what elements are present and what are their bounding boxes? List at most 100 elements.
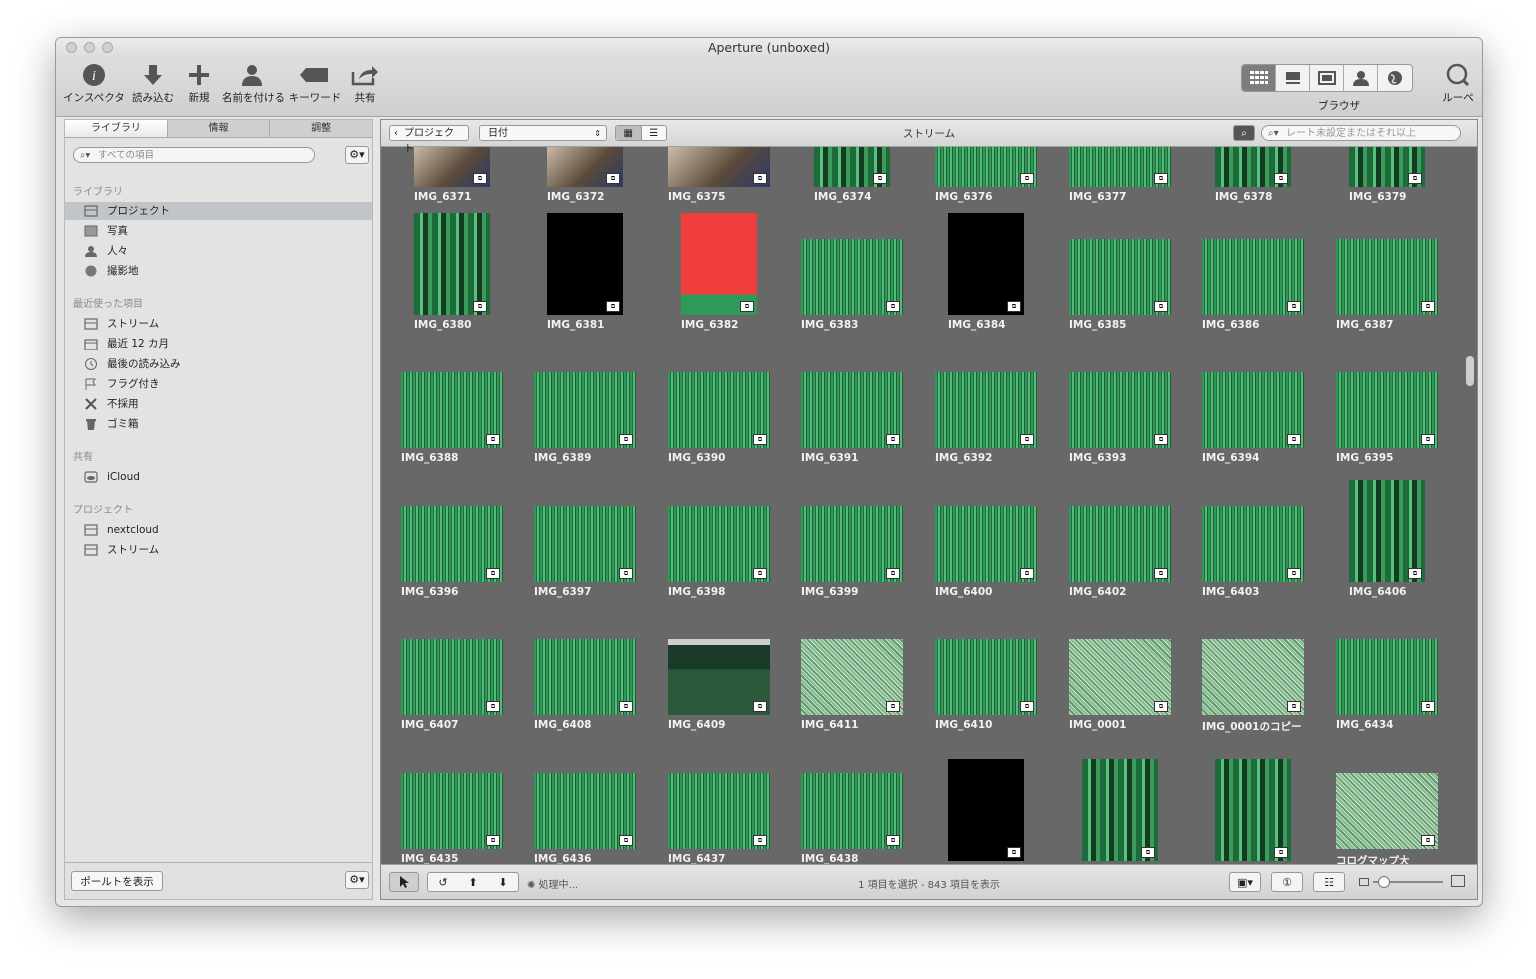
split-view-button[interactable]	[1276, 65, 1310, 91]
sidebar-item-rejected[interactable]: 不採用	[65, 395, 372, 413]
photo-thumbnail[interactable]: ⧉	[814, 147, 890, 187]
sidebar-item-projects[interactable]: プロジェクト	[65, 202, 372, 220]
photo-thumbnail[interactable]: ⧉	[534, 639, 636, 715]
photo-thumbnail[interactable]: ⧉	[547, 213, 623, 315]
sidebar-item-last-12-months[interactable]: 最近 12 カ月	[65, 335, 372, 353]
photo-thumbnail[interactable]: ⧉	[401, 506, 503, 582]
photo-thumbnail[interactable]: ⧉	[1069, 372, 1171, 448]
browser-search-input[interactable]: ⌕▾ レート未設定またはそれ以上	[1261, 125, 1461, 141]
import-button[interactable]: 読み込む	[131, 62, 175, 105]
sidebar-item-flagged[interactable]: フラグ付き	[65, 375, 372, 393]
photo-thumbnail[interactable]: ⧉	[948, 213, 1024, 315]
sidebar-item-stream[interactable]: ストリーム	[65, 315, 372, 333]
stamp-tool-button[interactable]: ⬇	[488, 876, 518, 889]
sidebar-footer-gear-button[interactable]: ⚙▾	[345, 871, 369, 889]
photo-thumbnail[interactable]: ⧉	[1069, 639, 1171, 715]
photo-thumbnail[interactable]: ⧉	[401, 639, 503, 715]
photo-thumbnail[interactable]: ⧉	[1202, 239, 1304, 315]
photo-thumbnail[interactable]: ⧉	[534, 372, 636, 448]
photo-thumbnail[interactable]: ⧉	[668, 506, 770, 582]
photo-thumbnail[interactable]: ⧉	[935, 372, 1037, 448]
sidebar-item-icloud[interactable]: iCloud	[65, 468, 372, 486]
photo-thumbnail[interactable]: ⧉	[681, 213, 757, 315]
grid-layout-button[interactable]: ▦	[616, 126, 642, 140]
single-view-button[interactable]: ①	[1271, 872, 1303, 892]
viewer-button[interactable]	[1310, 65, 1344, 91]
photo-thumbnail[interactable]: ⧉	[801, 773, 903, 849]
photo-thumbnail[interactable]: ⧉	[1202, 639, 1304, 715]
photo-thumbnail[interactable]: ⧉	[534, 506, 636, 582]
close-window-button[interactable]	[66, 42, 77, 53]
zoom-window-button[interactable]	[102, 42, 113, 53]
sidebar-item-last-import[interactable]: 最後の読み込み	[65, 355, 372, 373]
sidebar-item-photos[interactable]: 写真	[65, 222, 372, 240]
photo-thumbnail[interactable]: ⧉	[1349, 147, 1425, 187]
photo-thumbnail[interactable]: ⧉	[1202, 372, 1304, 448]
faces-view-button[interactable]	[1344, 65, 1378, 91]
photo-thumbnail[interactable]: ⧉	[414, 213, 490, 315]
photo-thumbnail[interactable]: ⧉	[1202, 506, 1304, 582]
tab-adjust[interactable]: 調整	[270, 120, 372, 137]
scrollbar-knob[interactable]	[1466, 356, 1474, 386]
tab-library[interactable]: ライブラリ	[65, 120, 168, 137]
tab-info[interactable]: 情報	[168, 120, 271, 137]
photo-thumbnail[interactable]: ⧉	[801, 639, 903, 715]
photo-thumbnail[interactable]: ⧉	[547, 147, 623, 187]
metadata-view-button[interactable]: ☷	[1313, 872, 1345, 892]
photo-thumbnail[interactable]: ⧉	[1069, 147, 1171, 187]
name-faces-button[interactable]: 名前を付ける	[222, 62, 285, 105]
photo-thumbnail[interactable]: ⧉	[401, 372, 503, 448]
sidebar-item-project-stream[interactable]: ストリーム	[65, 541, 372, 559]
photo-thumbnail[interactable]: ⧉	[1336, 372, 1438, 448]
select-tool-button[interactable]	[389, 872, 419, 892]
back-to-projects-button[interactable]: ‹ プロジェクト	[389, 125, 469, 155]
photo-thumbnail[interactable]: ⧉	[1069, 506, 1171, 582]
photo-thumbnail[interactable]: ⧉	[1336, 773, 1438, 849]
photo-thumbnail[interactable]: ⧉	[668, 147, 770, 187]
new-button[interactable]: 新規	[184, 62, 214, 105]
lift-tool-button[interactable]: ⬆	[458, 876, 488, 889]
photo-thumbnail[interactable]: ⧉	[668, 372, 770, 448]
photo-thumbnail[interactable]: ⧉	[1336, 239, 1438, 315]
photo-thumbnail[interactable]: ⧉	[668, 773, 770, 849]
sidebar-item-places[interactable]: 撮影地	[65, 262, 372, 280]
badge-overlay-button[interactable]: ▣▾	[1229, 872, 1261, 892]
library-search-input[interactable]: ⌕▾ すべての項目	[73, 147, 315, 163]
show-portal-button[interactable]: ポールトを表示	[71, 871, 163, 891]
photo-thumbnail[interactable]: ⧉	[935, 506, 1037, 582]
sidebar-item-faces[interactable]: 人々	[65, 242, 372, 260]
loupe-button[interactable]: ルーペ	[1440, 62, 1476, 105]
photo-thumbnail[interactable]: ⧉	[668, 639, 770, 715]
library-action-gear-button[interactable]: ⚙▾	[345, 146, 369, 164]
photo-thumbnail[interactable]: ⧉	[1069, 239, 1171, 315]
thumbnail-size-slider-knob[interactable]	[1378, 876, 1390, 888]
photo-thumbnail[interactable]: ⧉	[401, 773, 503, 849]
photo-thumbnail[interactable]: ⧉	[414, 147, 490, 187]
keyword-button[interactable]: キーワード	[288, 62, 342, 105]
filter-hud-button[interactable]: ⌕	[1233, 125, 1255, 141]
photo-thumbnail[interactable]: ⧉	[1349, 480, 1425, 582]
sidebar-item-trash[interactable]: ゴミ箱	[65, 415, 372, 433]
sidebar-item-nextcloud[interactable]: nextcloud	[65, 521, 372, 539]
share-button[interactable]: 共有	[348, 62, 382, 105]
photo-thumbnail[interactable]: ⧉	[935, 639, 1037, 715]
photo-thumbnail[interactable]: ⧉	[1215, 759, 1291, 861]
photo-thumbnail[interactable]: ⧉	[1215, 147, 1291, 187]
list-layout-button[interactable]: ☰	[642, 126, 667, 140]
inspector-button[interactable]: i インスペクタ	[62, 62, 126, 105]
photo-thumbnail[interactable]: ⧉	[935, 147, 1037, 187]
photo-thumbnail[interactable]: ⧉	[534, 773, 636, 849]
photo-thumbnail[interactable]: ⧉	[801, 506, 903, 582]
photo-caption: IMG_6387	[1336, 319, 1394, 331]
photo-thumbnail[interactable]: ⧉	[1336, 639, 1438, 715]
minimize-window-button[interactable]	[84, 42, 95, 53]
sort-select[interactable]: 日付 ⇕	[479, 125, 607, 141]
places-view-button[interactable]	[1378, 65, 1412, 91]
browser-view-button[interactable]	[1242, 65, 1276, 91]
rotate-tool-button[interactable]: ↺	[428, 876, 458, 889]
photo-thumbnail[interactable]: ⧉	[801, 372, 903, 448]
photo-thumbnail[interactable]: ⧉	[801, 239, 903, 315]
photo-thumbnail[interactable]: ⧉	[948, 759, 1024, 861]
browser-scrollbar[interactable]	[1465, 150, 1475, 862]
photo-thumbnail[interactable]: ⧉	[1082, 759, 1158, 861]
